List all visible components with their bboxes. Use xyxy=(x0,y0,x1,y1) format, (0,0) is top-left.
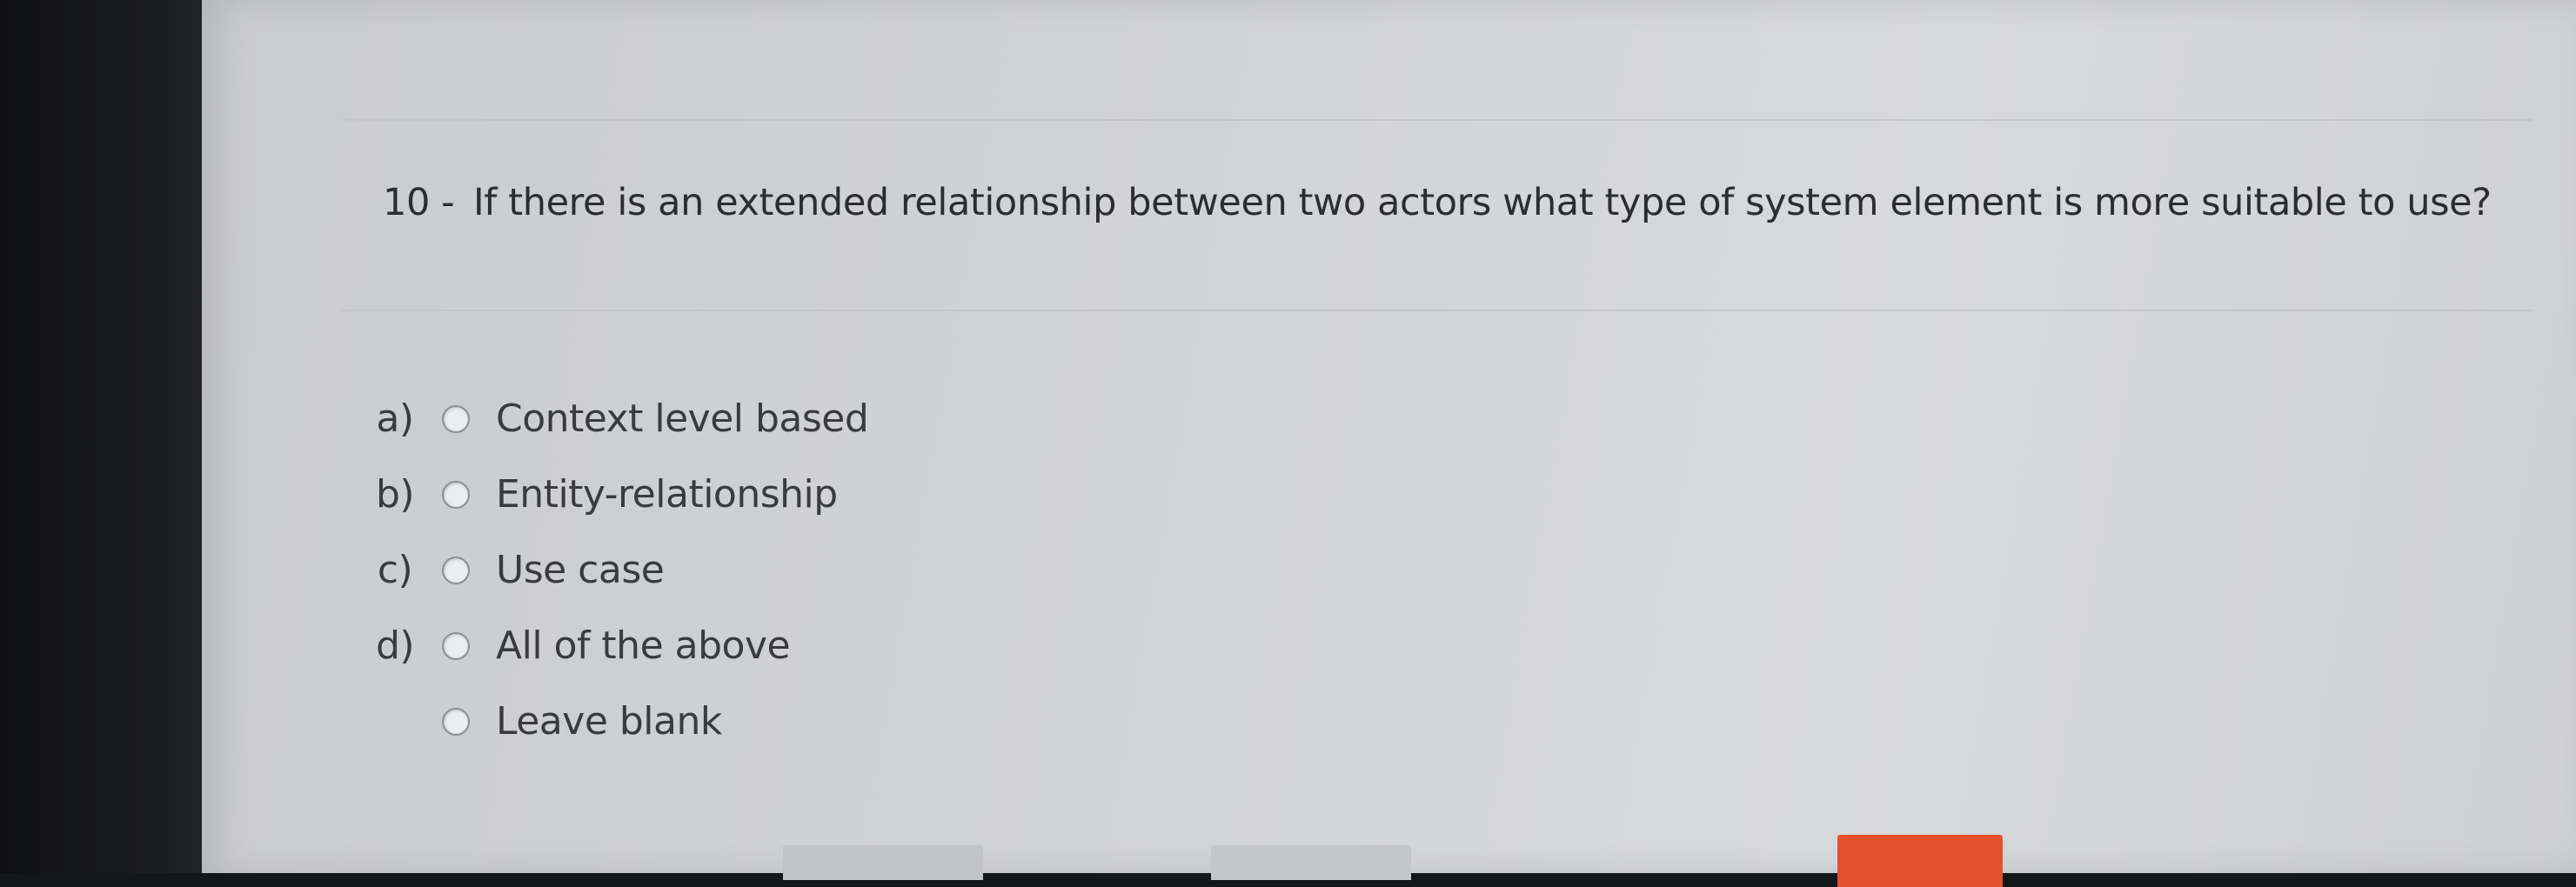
radio-button-icon[interactable] xyxy=(442,707,470,736)
option-a[interactable]: a) Context level based xyxy=(358,381,868,457)
radio-button-icon[interactable] xyxy=(442,480,470,509)
option-letter: d) xyxy=(375,624,415,668)
option-letter: a) xyxy=(376,397,414,441)
bottom-panel xyxy=(1211,845,1411,880)
option-label[interactable]: Context level based xyxy=(496,397,869,441)
monitor-bezel xyxy=(0,0,226,873)
option-letter: b) xyxy=(375,472,415,517)
action-button[interactable] xyxy=(1837,835,2003,887)
option-label[interactable]: Leave blank xyxy=(496,699,722,744)
option-leave-blank[interactable]: Leave blank xyxy=(358,684,868,759)
option-label[interactable]: Use case xyxy=(496,548,665,592)
top-divider xyxy=(341,119,2533,121)
question-number: 10 - xyxy=(383,181,455,224)
option-d[interactable]: d) All of the above xyxy=(358,608,868,684)
quiz-page: 10 - If there is an extended relationshi… xyxy=(202,0,2576,887)
bottom-panel xyxy=(783,845,983,880)
option-label[interactable]: Entity-relationship xyxy=(496,472,838,517)
option-c[interactable]: c) Use case xyxy=(358,532,868,608)
question-row: 10 - If there is an extended relationshi… xyxy=(383,181,2492,224)
radio-button-icon[interactable] xyxy=(442,404,470,433)
option-label[interactable]: All of the above xyxy=(496,624,791,668)
answer-options: a) Context level based b) Entity-relatio… xyxy=(358,381,869,759)
option-b[interactable]: b) Entity-relationship xyxy=(358,457,868,532)
radio-button-icon[interactable] xyxy=(442,556,470,584)
radio-button-icon[interactable] xyxy=(442,631,470,660)
question-divider xyxy=(341,310,2533,311)
question-text: If there is an extended relationship bet… xyxy=(473,181,2492,224)
option-letter: c) xyxy=(377,548,413,592)
